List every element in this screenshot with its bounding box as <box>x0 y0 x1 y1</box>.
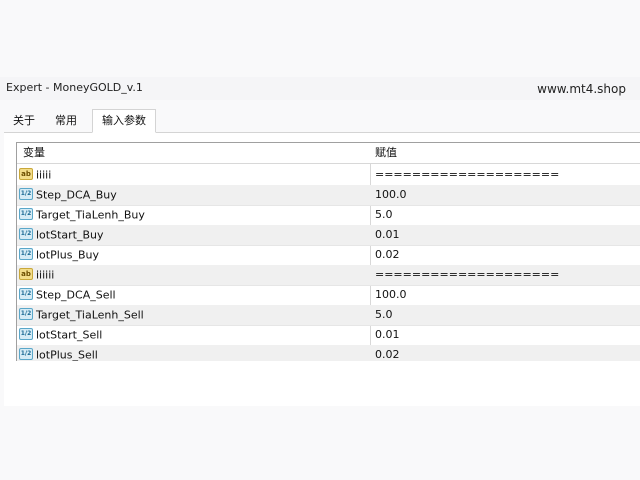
param-value[interactable]: ==================== <box>375 265 640 284</box>
table-row[interactable]: 1/2 lotPlus_Buy 0.02 <box>17 245 640 266</box>
header-value[interactable]: 赋值 <box>375 143 640 162</box>
number-icon: 1/2 <box>19 348 33 360</box>
ab-icon: ab <box>19 168 33 180</box>
param-value[interactable]: 5.0 <box>375 205 640 224</box>
number-icon: 1/2 <box>19 188 33 200</box>
param-value[interactable]: 100.0 <box>375 285 640 304</box>
tab-inputs[interactable]: 输入参数 <box>92 109 156 133</box>
number-icon: 1/2 <box>19 248 33 260</box>
table-row[interactable]: 1/2 Target_TiaLenh_Sell 5.0 <box>17 305 640 326</box>
param-name: lotStart_Buy <box>36 228 104 242</box>
param-name: Step_DCA_Sell <box>36 288 116 302</box>
param-name: iiiiii <box>36 268 55 282</box>
table-row[interactable]: 1/2 lotStart_Sell 0.01 <box>17 325 640 346</box>
number-icon: 1/2 <box>19 308 33 320</box>
table-row[interactable]: ab iiiiii ==================== <box>17 265 640 286</box>
table-row[interactable]: 1/2 Step_DCA_Buy 100.0 <box>17 185 640 206</box>
number-icon: 1/2 <box>19 288 33 300</box>
param-value[interactable]: 100.0 <box>375 185 640 204</box>
table-row[interactable]: 1/2 lotPlus_Sell 0.02 <box>17 345 640 361</box>
param-value[interactable]: 0.01 <box>375 225 640 244</box>
param-value[interactable]: 5.0 <box>375 305 640 324</box>
param-value[interactable]: 0.02 <box>375 345 640 361</box>
param-name: Target_TiaLenh_Sell <box>36 308 144 322</box>
table-row[interactable]: 1/2 Step_DCA_Sell 100.0 <box>17 285 640 306</box>
title-bar: Expert - MoneyGOLD_v.1 www.mt4.shop <box>0 77 640 100</box>
param-name: Target_TiaLenh_Buy <box>36 208 145 222</box>
param-name: lotStart_Sell <box>36 328 103 342</box>
table-row[interactable]: 1/2 Target_TiaLenh_Buy 5.0 <box>17 205 640 226</box>
table-row[interactable]: 1/2 lotStart_Buy 0.01 <box>17 225 640 246</box>
header-variable[interactable]: 变量 <box>23 143 373 162</box>
tab-common[interactable]: 常用 <box>48 110 84 131</box>
param-value[interactable]: 0.02 <box>375 245 640 264</box>
parameters-table: 变量 赋值 ab iiiii ==================== 1/2 St… <box>16 142 640 361</box>
param-value[interactable]: ==================== <box>375 165 640 184</box>
tab-bar: 关于 常用 输入参数 <box>4 109 640 133</box>
number-icon: 1/2 <box>19 328 33 340</box>
number-icon: 1/2 <box>19 208 33 220</box>
param-value[interactable]: 0.01 <box>375 325 640 344</box>
param-name: Step_DCA_Buy <box>36 188 117 202</box>
table-row[interactable]: ab iiiii ==================== <box>17 165 640 186</box>
window-title: Expert - MoneyGOLD_v.1 <box>6 81 143 94</box>
ab-icon: ab <box>19 268 33 280</box>
number-icon: 1/2 <box>19 228 33 240</box>
param-name: iiiii <box>36 168 52 182</box>
inputs-panel: 变量 赋值 ab iiiii ==================== 1/2 St… <box>4 133 640 406</box>
table-header: 变量 赋值 <box>17 143 640 164</box>
tab-about[interactable]: 关于 <box>8 110 40 131</box>
param-name: lotPlus_Sell <box>36 348 98 362</box>
param-name: lotPlus_Buy <box>36 248 100 262</box>
watermark-text: www.mt4.shop <box>537 82 626 96</box>
